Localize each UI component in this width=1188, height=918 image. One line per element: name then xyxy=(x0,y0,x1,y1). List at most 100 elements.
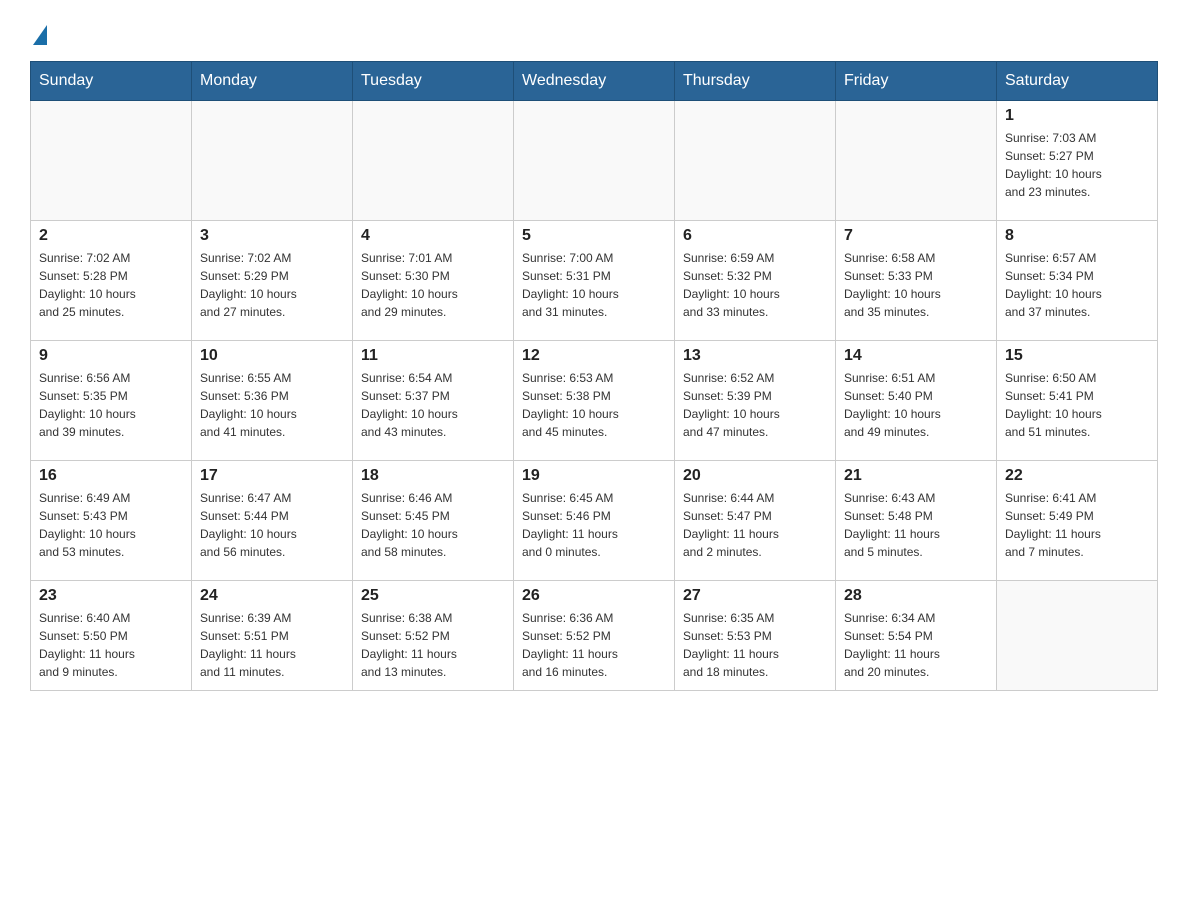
table-row: 1 Sunrise: 7:03 AM Sunset: 5:27 PM Daylig… xyxy=(997,101,1158,221)
day-number: 2 xyxy=(39,227,183,245)
day-info: Sunrise: 6:41 AM Sunset: 5:49 PM Dayligh… xyxy=(1005,489,1149,561)
day-info: Sunrise: 6:54 AM Sunset: 5:37 PM Dayligh… xyxy=(361,369,505,441)
day-number: 17 xyxy=(200,467,344,485)
day-number: 6 xyxy=(683,227,827,245)
day-number: 22 xyxy=(1005,467,1149,485)
table-row: 5Sunrise: 7:00 AM Sunset: 5:31 PM Daylig… xyxy=(514,221,675,341)
day-of-week-header: Friday xyxy=(836,62,997,101)
day-info: Sunrise: 6:46 AM Sunset: 5:45 PM Dayligh… xyxy=(361,489,505,561)
page-header xyxy=(30,20,1158,41)
day-info: Sunrise: 7:02 AM Sunset: 5:29 PM Dayligh… xyxy=(200,249,344,321)
table-row xyxy=(192,101,353,221)
day-of-week-header: Wednesday xyxy=(514,62,675,101)
day-info: Sunrise: 6:50 AM Sunset: 5:41 PM Dayligh… xyxy=(1005,369,1149,441)
table-row: 18 Sunrise: 6:46 AM Sunset: 5:45 PM Dayli… xyxy=(353,461,514,581)
table-row xyxy=(675,101,836,221)
table-row: 6 Sunrise: 6:59 AM Sunset: 5:32 PM Daylig… xyxy=(675,221,836,341)
table-row: 16 Sunrise: 6:49 AM Sunset: 5:43 PM Dayli… xyxy=(31,461,192,581)
day-info: Sunrise: 6:55 AM Sunset: 5:36 PM Dayligh… xyxy=(200,369,344,441)
table-row: 7 Sunrise: 6:58 AM Sunset: 5:33 PM Daylig… xyxy=(836,221,997,341)
day-info: Sunrise: 6:56 AM Sunset: 5:35 PM Dayligh… xyxy=(39,369,183,441)
day-number: 23 xyxy=(39,587,183,605)
calendar-week-row: 2 Sunrise: 7:02 AM Sunset: 5:28 PM Daylig… xyxy=(31,221,1158,341)
day-info: Sunrise: 6:47 AM Sunset: 5:44 PM Dayligh… xyxy=(200,489,344,561)
day-info: Sunrise: 6:57 AM Sunset: 5:34 PM Dayligh… xyxy=(1005,249,1149,321)
day-number: 11 xyxy=(361,347,505,365)
table-row: 26 Sunrise: 6:36 AM Sunset: 5:52 PM Dayli… xyxy=(514,581,675,691)
day-number: 7 xyxy=(844,227,988,245)
day-number: 1 xyxy=(1005,107,1149,125)
day-number: 3 xyxy=(200,227,344,245)
table-row xyxy=(514,101,675,221)
table-row: 22 Sunrise: 6:41 AM Sunset: 5:49 PM Dayli… xyxy=(997,461,1158,581)
day-of-week-header: Saturday xyxy=(997,62,1158,101)
calendar-week-row: 1 Sunrise: 7:03 AM Sunset: 5:27 PM Daylig… xyxy=(31,101,1158,221)
day-number: 12 xyxy=(522,347,666,365)
day-info: Sunrise: 6:53 AM Sunset: 5:38 PM Dayligh… xyxy=(522,369,666,441)
day-info: Sunrise: 6:58 AM Sunset: 5:33 PM Dayligh… xyxy=(844,249,988,321)
day-number: 25 xyxy=(361,587,505,605)
table-row: 12 Sunrise: 6:53 AM Sunset: 5:38 PM Dayli… xyxy=(514,341,675,461)
day-number: 28 xyxy=(844,587,988,605)
table-row: 20 Sunrise: 6:44 AM Sunset: 5:47 PM Dayli… xyxy=(675,461,836,581)
table-row: 24 Sunrise: 6:39 AM Sunset: 5:51 PM Dayli… xyxy=(192,581,353,691)
day-number: 26 xyxy=(522,587,666,605)
table-row: 15 Sunrise: 6:50 AM Sunset: 5:41 PM Dayli… xyxy=(997,341,1158,461)
day-info: Sunrise: 6:59 AM Sunset: 5:32 PM Dayligh… xyxy=(683,249,827,321)
logo xyxy=(30,20,47,41)
table-row: 3 Sunrise: 7:02 AM Sunset: 5:29 PM Daylig… xyxy=(192,221,353,341)
table-row xyxy=(31,101,192,221)
table-row: 11 Sunrise: 6:54 AM Sunset: 5:37 PM Dayli… xyxy=(353,341,514,461)
day-number: 21 xyxy=(844,467,988,485)
day-info: Sunrise: 6:52 AM Sunset: 5:39 PM Dayligh… xyxy=(683,369,827,441)
table-row: 28 Sunrise: 6:34 AM Sunset: 5:54 PM Dayli… xyxy=(836,581,997,691)
table-row: 19 Sunrise: 6:45 AM Sunset: 5:46 PM Dayli… xyxy=(514,461,675,581)
day-info: Sunrise: 6:44 AM Sunset: 5:47 PM Dayligh… xyxy=(683,489,827,561)
day-number: 4 xyxy=(361,227,505,245)
day-number: 10 xyxy=(200,347,344,365)
calendar-table: SundayMondayTuesdayWednesdayThursdayFrid… xyxy=(30,61,1158,691)
day-of-week-header: Thursday xyxy=(675,62,836,101)
day-number: 24 xyxy=(200,587,344,605)
calendar-header-row: SundayMondayTuesdayWednesdayThursdayFrid… xyxy=(31,62,1158,101)
day-number: 14 xyxy=(844,347,988,365)
calendar-week-row: 23 Sunrise: 6:40 AM Sunset: 5:50 PM Dayli… xyxy=(31,581,1158,691)
table-row xyxy=(997,581,1158,691)
day-info: Sunrise: 7:03 AM Sunset: 5:27 PM Dayligh… xyxy=(1005,129,1149,201)
day-number: 5 xyxy=(522,227,666,245)
table-row: 21 Sunrise: 6:43 AM Sunset: 5:48 PM Dayli… xyxy=(836,461,997,581)
day-number: 16 xyxy=(39,467,183,485)
day-info: Sunrise: 6:45 AM Sunset: 5:46 PM Dayligh… xyxy=(522,489,666,561)
day-number: 9 xyxy=(39,347,183,365)
day-info: Sunrise: 6:39 AM Sunset: 5:51 PM Dayligh… xyxy=(200,609,344,681)
table-row: 10 Sunrise: 6:55 AM Sunset: 5:36 PM Dayli… xyxy=(192,341,353,461)
table-row xyxy=(353,101,514,221)
day-info: Sunrise: 6:36 AM Sunset: 5:52 PM Dayligh… xyxy=(522,609,666,681)
day-info: Sunrise: 6:51 AM Sunset: 5:40 PM Dayligh… xyxy=(844,369,988,441)
day-info: Sunrise: 6:40 AM Sunset: 5:50 PM Dayligh… xyxy=(39,609,183,681)
day-info: Sunrise: 6:34 AM Sunset: 5:54 PM Dayligh… xyxy=(844,609,988,681)
day-info: Sunrise: 6:35 AM Sunset: 5:53 PM Dayligh… xyxy=(683,609,827,681)
calendar-week-row: 9 Sunrise: 6:56 AM Sunset: 5:35 PM Daylig… xyxy=(31,341,1158,461)
table-row: 14 Sunrise: 6:51 AM Sunset: 5:40 PM Dayli… xyxy=(836,341,997,461)
logo-triangle-icon xyxy=(33,25,47,45)
table-row: 4Sunrise: 7:01 AM Sunset: 5:30 PM Daylig… xyxy=(353,221,514,341)
table-row: 25 Sunrise: 6:38 AM Sunset: 5:52 PM Dayli… xyxy=(353,581,514,691)
table-row: 17 Sunrise: 6:47 AM Sunset: 5:44 PM Dayli… xyxy=(192,461,353,581)
day-info: Sunrise: 6:49 AM Sunset: 5:43 PM Dayligh… xyxy=(39,489,183,561)
day-of-week-header: Tuesday xyxy=(353,62,514,101)
day-number: 27 xyxy=(683,587,827,605)
calendar-week-row: 16 Sunrise: 6:49 AM Sunset: 5:43 PM Dayli… xyxy=(31,461,1158,581)
day-info: Sunrise: 6:38 AM Sunset: 5:52 PM Dayligh… xyxy=(361,609,505,681)
day-number: 13 xyxy=(683,347,827,365)
table-row: 27 Sunrise: 6:35 AM Sunset: 5:53 PM Dayli… xyxy=(675,581,836,691)
day-info: Sunrise: 6:43 AM Sunset: 5:48 PM Dayligh… xyxy=(844,489,988,561)
day-of-week-header: Monday xyxy=(192,62,353,101)
day-number: 19 xyxy=(522,467,666,485)
day-number: 20 xyxy=(683,467,827,485)
day-info: Sunrise: 7:02 AM Sunset: 5:28 PM Dayligh… xyxy=(39,249,183,321)
day-number: 15 xyxy=(1005,347,1149,365)
day-number: 18 xyxy=(361,467,505,485)
day-of-week-header: Sunday xyxy=(31,62,192,101)
table-row xyxy=(836,101,997,221)
